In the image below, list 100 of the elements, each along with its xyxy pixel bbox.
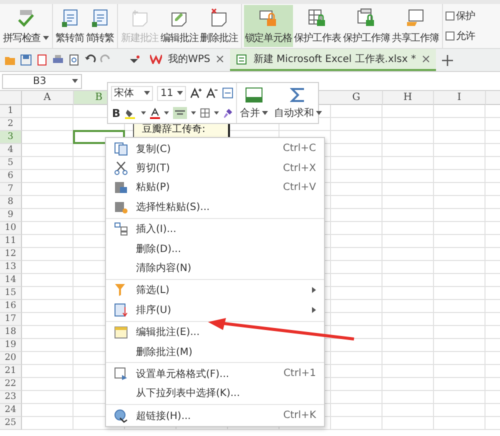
row-header[interactable]: 13 <box>0 261 22 274</box>
customize-icon <box>128 54 140 66</box>
shortcut-label: Ctrl+X <box>282 162 316 174</box>
menu-item[interactable]: 删除(D)... <box>106 238 324 258</box>
row-header[interactable]: 17 <box>0 313 22 326</box>
menu-item[interactable]: 删除批注(M) <box>106 342 324 362</box>
row-header[interactable]: 14 <box>0 274 22 287</box>
ribbon-button[interactable]: 删除批注 <box>199 5 239 47</box>
row-header[interactable]: 18 <box>0 326 22 339</box>
menu-item-label: 设置单元格格式(F)... <box>136 368 230 381</box>
menu-item[interactable]: 剪切(T) Ctrl+X <box>106 158 324 178</box>
ribbon-button[interactable]: 锁定单元格 <box>244 5 293 47</box>
menu-item[interactable]: 筛选(L) <box>106 280 324 300</box>
row-header[interactable]: 1 <box>0 105 22 118</box>
row-header[interactable]: 8 <box>0 196 22 209</box>
menu-item-label: 插入(I)... <box>136 222 176 236</box>
comment-note: 豆瓣辞工传奇: <box>133 124 230 137</box>
clipboard-icon <box>114 180 128 194</box>
caret-icon <box>262 110 268 114</box>
caret-icon <box>191 111 196 115</box>
ribbon-button[interactable]: 简转繁 <box>84 5 116 47</box>
menu-item[interactable]: 从下拉列表中选择(K)... <box>106 384 324 404</box>
menu-item[interactable]: 粘贴(P) Ctrl+V <box>106 178 324 198</box>
filter-icon <box>114 283 128 298</box>
lock-icon <box>356 8 376 28</box>
ribbon-button[interactable]: 共享工作簿 <box>390 5 440 47</box>
brush-icon <box>223 107 233 119</box>
align-button[interactable] <box>173 107 188 119</box>
copy-icon <box>114 142 128 156</box>
document-tab[interactable]: 我的WPS <box>144 49 230 71</box>
print-icon <box>52 54 64 66</box>
column-header[interactable]: H <box>382 91 434 105</box>
font-select[interactable]: 宋体 <box>111 86 154 100</box>
shortcut-label: Ctrl+C <box>282 143 316 154</box>
row-header[interactable]: 3 <box>0 131 22 144</box>
menu-item-label: 选择性粘贴(S)... <box>136 200 210 214</box>
menu-item-label: 从下拉列表中选择(K)... <box>136 386 240 400</box>
ribbon-button[interactable]: 保护工作表 <box>292 5 342 47</box>
row-header[interactable]: 21 <box>0 365 22 378</box>
autosum-button[interactable]: 自动求和 <box>271 83 325 123</box>
column-header[interactable]: G <box>331 91 382 105</box>
ribbon-button[interactable]: 允许 <box>444 29 475 43</box>
bold-button[interactable]: B <box>111 106 122 120</box>
note-icon <box>130 8 150 28</box>
font-size-select[interactable]: 11 <box>157 86 186 100</box>
menu-item[interactable]: 复制(C) Ctrl+C <box>106 139 324 158</box>
row-header[interactable]: 6 <box>0 170 22 183</box>
ribbon-button[interactable]: 编辑批注 <box>160 5 200 47</box>
add-tab-icon <box>442 54 453 66</box>
row-header[interactable]: 11 <box>0 235 22 248</box>
format-cells-icon <box>114 366 128 381</box>
paste-special-icon <box>114 200 128 214</box>
insert-icon <box>114 222 128 236</box>
document-icon <box>90 8 110 28</box>
menu-item[interactable]: 插入(I)... <box>106 220 324 239</box>
merge-icon <box>245 86 263 102</box>
shortcut-label: Ctrl+K <box>283 410 316 422</box>
caret-icon <box>316 110 322 114</box>
row-header[interactable]: 20 <box>0 352 22 365</box>
sheet-icon <box>444 31 455 41</box>
ribbon-button[interactable]: 繁转简 <box>54 5 85 47</box>
row-header[interactable]: 12 <box>0 248 22 261</box>
row-header[interactable]: 23 <box>0 391 22 404</box>
row-header[interactable]: 22 <box>0 378 22 391</box>
ribbon-button[interactable]: 保护工作簿 <box>342 5 391 47</box>
row-header[interactable]: 2 <box>0 118 22 131</box>
row-header[interactable]: 10 <box>0 222 22 235</box>
menu-item[interactable]: 编辑批注(E)... <box>106 322 324 342</box>
caret-icon <box>141 111 146 115</box>
row-header[interactable]: 4 <box>0 144 22 157</box>
submenu-arrow-icon <box>312 306 316 313</box>
sort-icon <box>114 302 128 317</box>
menu-item[interactable]: 选择性粘贴(S)... <box>106 197 324 217</box>
menu-item[interactable]: 排序(U) <box>106 300 324 320</box>
row-header[interactable]: 24 <box>0 404 22 417</box>
row-header[interactable]: 7 <box>0 183 22 196</box>
note-icon <box>209 8 230 28</box>
ribbon-button[interactable]: 保护 <box>444 9 475 23</box>
menu-item[interactable]: 超链接(H)... Ctrl+K <box>106 406 324 426</box>
row-header[interactable]: 9 <box>0 209 22 222</box>
lock-icon <box>307 8 328 28</box>
menu-item[interactable]: 设置单元格格式(F)... Ctrl+1 <box>106 364 324 384</box>
merge-button[interactable]: 合并 <box>237 83 271 123</box>
caret-icon <box>214 111 220 115</box>
menu-item-label: 剪切(T) <box>136 162 170 176</box>
name-box[interactable]: B3 <box>2 74 82 88</box>
row-header[interactable]: 5 <box>0 157 22 170</box>
row-header[interactable]: 16 <box>0 300 22 313</box>
row-header[interactable]: 15 <box>0 287 22 300</box>
shrink-font-icon <box>206 87 218 99</box>
menu-item[interactable]: 清除内容(N) <box>106 258 324 278</box>
document-icon <box>60 8 80 28</box>
document-tab[interactable]: 新建 Microsoft Excel 工作表.xlsx * <box>230 49 436 71</box>
row-header[interactable]: 25 <box>0 417 22 430</box>
column-header[interactable]: I <box>434 91 486 105</box>
ribbon-button[interactable]: 拼写检查 <box>2 5 50 47</box>
row-header[interactable]: 19 <box>0 339 22 352</box>
column-header[interactable]: A <box>22 91 74 105</box>
caret-icon <box>164 111 170 115</box>
sheet-icon <box>444 11 455 21</box>
